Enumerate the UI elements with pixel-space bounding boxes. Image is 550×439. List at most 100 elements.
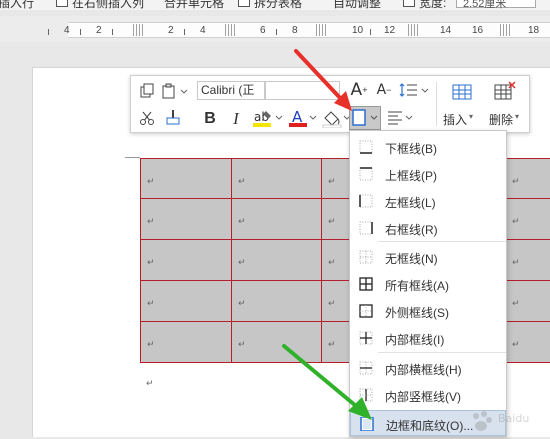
ruler-column-marker[interactable] <box>500 24 510 36</box>
ruler-column-marker[interactable] <box>225 24 235 36</box>
cell-paragraph-mark: ↵ <box>512 339 520 349</box>
cell-paragraph-mark: ↵ <box>512 176 520 186</box>
menu-separator <box>378 352 506 353</box>
left-border-icon <box>359 194 373 208</box>
border-menu-item-label: 内部框线(I) <box>385 333 445 347</box>
border-menu-item[interactable]: 下框线(B) <box>350 134 506 160</box>
border-menu-item-label: 外侧框线(S) <box>385 306 449 320</box>
table-cell[interactable]: ↵ <box>140 158 232 199</box>
table-cell[interactable]: ↵ <box>140 199 232 240</box>
no-border-icon <box>359 250 373 264</box>
cell-paragraph-mark: ↵ <box>147 216 155 226</box>
width-icon <box>403 0 415 7</box>
ruler-column-marker[interactable] <box>316 24 326 36</box>
cell-paragraph-mark: ↵ <box>147 298 155 308</box>
cell-paragraph-mark: ↵ <box>512 298 520 308</box>
cell-paragraph-mark: ↵ <box>512 257 520 267</box>
border-menu-item[interactable]: 无框线(N) <box>350 244 506 270</box>
table-cell[interactable]: ↵ <box>140 281 232 322</box>
border-menu-item[interactable]: 外侧框线(S) <box>350 298 506 324</box>
border-menu-item-label: 下框线(B) <box>385 142 437 156</box>
border-menu-item[interactable]: 上框线(P) <box>350 161 506 187</box>
ruler-number: 14 <box>440 25 452 36</box>
insert-column-right-label[interactable]: 在右侧插入列 <box>72 0 144 10</box>
table-cell[interactable]: ↵ <box>506 240 550 281</box>
ruler-number: 4 <box>200 25 206 36</box>
cell-paragraph-mark: ↵ <box>238 216 246 226</box>
split-table-label[interactable]: 拆分表格 <box>254 0 302 10</box>
delete-table-icon[interactable] <box>491 80 517 102</box>
table-cell[interactable]: ↵ <box>232 240 322 281</box>
bold-button[interactable]: B <box>201 109 219 129</box>
line-spacing-icon[interactable] <box>399 80 429 100</box>
ribbon-strip: 插入行 在右侧插入列 合并单元格 拆分表格 自动调整 宽度: 2.52厘米 <box>0 0 550 10</box>
ruler-number: 18 <box>528 25 540 36</box>
ruler-number: 10 <box>352 25 364 36</box>
cell-paragraph-mark: ↵ <box>238 298 246 308</box>
all-borders-icon <box>359 277 373 291</box>
paste-icon[interactable] <box>161 81 189 101</box>
width-label: 宽度: <box>419 0 447 10</box>
table-cell[interactable]: ↵ <box>506 199 550 240</box>
border-menu-item-label: 内部横框线(H) <box>385 363 462 377</box>
border-menu-item-label: 无框线(N) <box>385 252 438 266</box>
border-menu-item[interactable]: 左框线(L) <box>350 188 506 214</box>
insert-row-label[interactable]: 插入行 <box>0 0 34 10</box>
insert-column-icon[interactable] <box>56 0 68 7</box>
border-menu-item-label: 边框和底纹(O)... <box>386 419 474 433</box>
border-menu-item-label: 右框线(R) <box>385 223 438 237</box>
split-table-icon[interactable] <box>238 0 250 7</box>
align-button[interactable] <box>385 108 415 128</box>
delete-label[interactable]: 删除 <box>489 111 513 128</box>
shrink-font-button[interactable]: A − <box>374 79 394 101</box>
ruler-column-marker[interactable] <box>408 24 418 36</box>
ruler-number: 8 <box>292 25 298 36</box>
cell-paragraph-mark: ↵ <box>147 176 155 186</box>
cut-icon[interactable] <box>137 108 157 128</box>
bottom-border-icon <box>359 140 373 154</box>
ruler-column-marker[interactable] <box>133 24 143 36</box>
ruler-number: 12 <box>384 25 396 36</box>
top-border-icon <box>359 167 373 181</box>
table-cell[interactable]: ↵ <box>506 281 550 322</box>
watermark-logo: Baidu <box>468 408 548 434</box>
cell-paragraph-mark: ↵ <box>512 216 520 226</box>
table-cell[interactable]: ↵ <box>232 281 322 322</box>
table-cell[interactable]: ↵ <box>506 158 550 199</box>
border-menu-item[interactable]: 右框线(R) <box>350 215 506 241</box>
outside-borders-icon <box>359 304 373 318</box>
border-menu-item-label: 所有框线(A) <box>385 279 449 293</box>
right-border-icon <box>359 221 373 235</box>
border-menu-item-label: 左框线(L) <box>385 196 436 210</box>
border-menu-item-label: 内部竖框线(V) <box>385 390 461 404</box>
copy-icon[interactable] <box>137 81 157 101</box>
merge-cells-label[interactable]: 合并单元格 <box>164 0 224 10</box>
italic-button[interactable]: I <box>227 109 245 129</box>
insert-dropdown-caret[interactable]: ▾ <box>469 112 473 121</box>
border-menu-item[interactable]: 所有框线(A) <box>350 271 506 297</box>
cell-paragraph-mark: ↵ <box>238 176 246 186</box>
table-cell[interactable]: ↵ <box>232 199 322 240</box>
insert-label[interactable]: 插入 <box>443 111 467 128</box>
table-cell[interactable]: ↵ <box>506 322 550 363</box>
ruler-number: 4 <box>64 25 70 36</box>
autofit-label[interactable]: 自动调整 <box>333 0 381 10</box>
highlight-button[interactable]: ab <box>251 108 285 128</box>
red-arrow-annotation <box>294 49 352 111</box>
table-cell[interactable]: ↵ <box>140 322 232 363</box>
width-input[interactable]: 2.52厘米 <box>456 0 536 10</box>
font-name-select[interactable]: Calibri (正 <box>197 81 265 100</box>
cell-paragraph-mark: ↵ <box>328 257 336 267</box>
cell-paragraph-mark: ↵ <box>328 298 336 308</box>
format-painter-icon[interactable] <box>163 108 183 128</box>
insert-table-icon[interactable] <box>449 80 475 102</box>
table-cell[interactable]: ↵ <box>232 158 322 199</box>
delete-dropdown-caret[interactable]: ▾ <box>515 112 519 121</box>
cell-paragraph-mark: ↵ <box>147 339 155 349</box>
cell-paragraph-mark: ↵ <box>238 339 246 349</box>
cell-paragraph-mark: ↵ <box>147 257 155 267</box>
horizontal-ruler[interactable]: 4 2 2 4 6 8 10 12 14 16 18 <box>0 16 550 42</box>
green-arrow-annotation <box>282 344 372 420</box>
table-cell[interactable]: ↵ <box>140 240 232 281</box>
cell-paragraph-mark: ↵ <box>328 176 336 186</box>
